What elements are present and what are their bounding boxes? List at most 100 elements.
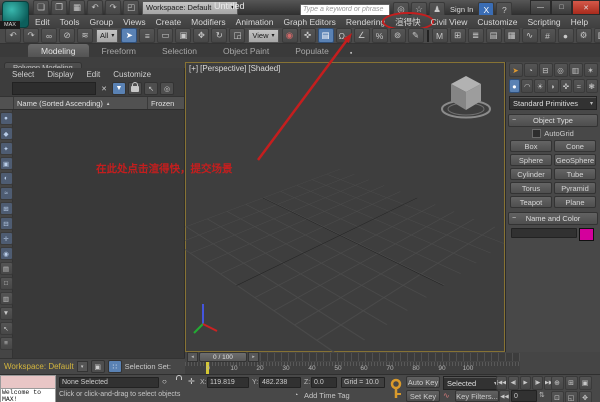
zoom-all-icon[interactable]: ⊞ <box>564 375 578 390</box>
viewport-menu-view[interactable]: [Perspective] <box>200 64 246 73</box>
add-time-tag[interactable]: Add Time Tag <box>304 391 350 400</box>
select-and-manipulate-icon[interactable]: ✜ <box>299 28 316 43</box>
isolate-selection-icon[interactable]: ○ <box>162 377 167 386</box>
menu-tools[interactable]: Tools <box>55 17 85 27</box>
shapes-icon[interactable]: ◠ <box>521 79 534 93</box>
viewport-menu-plus[interactable]: [+] <box>189 64 198 73</box>
selection-filter-dropdown[interactable]: All <box>96 28 119 43</box>
edit-named-sets-icon[interactable]: ✎ <box>407 28 424 43</box>
z-coordinate-field[interactable] <box>311 377 337 388</box>
ribbon-minimize-icon[interactable]: ▪ <box>350 50 352 57</box>
clear-search-icon[interactable]: ✕ <box>98 83 110 94</box>
key-filters-button[interactable]: Key Filters... <box>455 390 499 402</box>
new-scene-icon[interactable]: ❏ <box>33 0 49 15</box>
key-mode-dropdown[interactable]: Selected <box>443 376 501 390</box>
ribbon-tab-freeform[interactable]: Freeform <box>89 44 149 57</box>
sign-in-link[interactable]: Sign In <box>450 5 473 14</box>
display-bones-icon[interactable]: ✛ <box>0 232 13 245</box>
geometry-icon[interactable]: ● <box>508 79 521 93</box>
select-and-link-icon[interactable]: ∞ <box>41 28 57 43</box>
maxscript-mini-listener[interactable] <box>0 375 56 389</box>
display-helpers-icon[interactable]: ◐ <box>0 172 13 185</box>
pan-icon[interactable]: ✥ <box>578 390 592 402</box>
maximize-button[interactable]: □ <box>551 0 572 15</box>
ribbon-tab-populate[interactable]: Populate <box>282 44 342 57</box>
open-file-icon[interactable]: ❐ <box>51 0 67 15</box>
utilities-tab-icon[interactable]: ✶ <box>583 63 598 77</box>
select-and-rotate-icon[interactable]: ↻ <box>211 28 228 43</box>
objecttype-sphere-button[interactable]: Sphere <box>510 154 552 166</box>
display-xrefs-icon[interactable]: ⊟ <box>0 217 13 230</box>
display-cameras-icon[interactable]: ▣ <box>0 157 13 170</box>
rendered-frame-icon[interactable]: ▥ <box>593 28 600 43</box>
current-frame-field[interactable] <box>511 390 537 402</box>
ribbon-toggle-icon[interactable]: ▦ <box>503 28 520 43</box>
display-lights-icon[interactable]: ✦ <box>0 142 13 155</box>
menu-views[interactable]: Views <box>118 17 151 27</box>
objecttype-pyramid-button[interactable]: Pyramid <box>554 182 596 194</box>
workspace-dropdown-arrow[interactable]: ▾ <box>76 361 88 372</box>
display-containers-icon[interactable]: ◉ <box>0 247 13 260</box>
menu-group[interactable]: Group <box>85 17 119 27</box>
display-tab-icon[interactable]: ▥ <box>568 63 583 77</box>
objecttype-cone-button[interactable]: Cone <box>554 140 596 152</box>
frozen-column-header[interactable]: Frozen <box>147 97 184 109</box>
menu-rendering[interactable]: Rendering <box>341 17 390 27</box>
explorer-list[interactable]: ● ◆ ✦ ▣ ◐ ≈ ⊞ ⊟ ✛ ◉ ▤ □ ▥ ▼ ↖ ≡ <box>0 110 184 358</box>
menu-civil-view[interactable]: Civil View <box>426 17 473 27</box>
viewcube[interactable] <box>435 66 497 122</box>
next-frame-arrow[interactable]: ▸ <box>248 352 259 362</box>
project-folder-icon[interactable]: ◰ <box>123 0 139 15</box>
minimize-button[interactable]: — <box>530 0 551 15</box>
material-editor-icon[interactable]: ● <box>557 28 574 43</box>
select-object-icon[interactable]: ➤ <box>121 28 138 43</box>
zoom-region-icon[interactable]: ◱ <box>564 390 578 402</box>
scene-explorer-icon[interactable]: ▤ <box>485 28 502 43</box>
go-to-start-button[interactable]: |◀◀ <box>496 376 507 390</box>
objecttype-tube-button[interactable]: Tube <box>554 168 596 180</box>
set-key-toggle-icon[interactable] <box>388 377 404 401</box>
display-shapes-icon[interactable]: ◆ <box>0 127 13 140</box>
frame-spinner[interactable]: ⇅ <box>539 391 545 399</box>
percent-snap-icon[interactable]: % <box>371 28 388 43</box>
perspective-viewport[interactable]: [+] [Perspective] [Shaded] <box>185 62 505 352</box>
redo-icon[interactable]: ↷ <box>23 28 39 43</box>
search-input[interactable] <box>300 3 390 16</box>
cameras-icon[interactable]: ◗ <box>547 79 559 93</box>
menu-edit[interactable]: Edit <box>30 17 55 27</box>
filter-funnel-icon[interactable]: ▼ <box>112 82 126 95</box>
ribbon-tab-object-paint[interactable]: Object Paint <box>210 44 282 57</box>
layer-manager-icon[interactable]: ≣ <box>467 28 484 43</box>
named-sets-grid-icon[interactable]: ∷ <box>107 360 122 373</box>
workspace-switcher[interactable]: Workspace: Default <box>4 362 74 371</box>
ribbon-tab-modeling[interactable]: Modeling <box>28 44 89 57</box>
next-frame-button[interactable]: |▶ <box>532 376 543 390</box>
play-button[interactable]: ▶ <box>520 376 531 390</box>
select-and-move-icon[interactable]: ✥ <box>193 28 210 43</box>
systems-icon[interactable]: ❃ <box>585 79 598 93</box>
render-setup-icon[interactable]: ⚙ <box>575 28 592 43</box>
keyboard-override-icon[interactable]: ▤ <box>317 28 334 43</box>
menu-xuandekuai[interactable]: 渲得快 <box>382 11 434 31</box>
named-selection-set-field[interactable] <box>426 29 429 42</box>
name-color-rollout-header[interactable]: − Name and Color <box>508 212 598 225</box>
use-pivot-center-icon[interactable]: ◉ <box>281 28 298 43</box>
align-icon[interactable]: ⊞ <box>449 28 466 43</box>
menu-create[interactable]: Create <box>151 17 187 27</box>
pick-cursor-icon[interactable]: ↖ <box>144 82 158 95</box>
window-crossing-icon[interactable]: ▣ <box>175 28 192 43</box>
selection-lock-icon[interactable] <box>128 81 142 95</box>
name-column-header[interactable]: Name (Sorted Ascending) ▲ <box>14 99 147 108</box>
previous-frame-arrow[interactable]: ◂ <box>187 352 198 362</box>
motion-tab-icon[interactable]: ◎ <box>553 63 568 77</box>
time-slider-track[interactable] <box>260 353 520 361</box>
close-button[interactable]: ✕ <box>572 0 600 15</box>
viewport-menu-shading[interactable]: [Shaded] <box>248 64 280 73</box>
explorer-menu-customize[interactable]: Customize <box>113 70 151 79</box>
hierarchy-tab-icon[interactable]: ⊟ <box>538 63 553 77</box>
default-tangents-icon[interactable]: ∿ <box>443 391 450 400</box>
lights-icon[interactable]: ☀ <box>534 79 547 93</box>
qa-undo-icon[interactable]: ↶ <box>87 0 103 15</box>
explorer-menu-display[interactable]: Display <box>47 70 73 79</box>
create-tab-icon[interactable]: ➤ <box>508 63 523 77</box>
